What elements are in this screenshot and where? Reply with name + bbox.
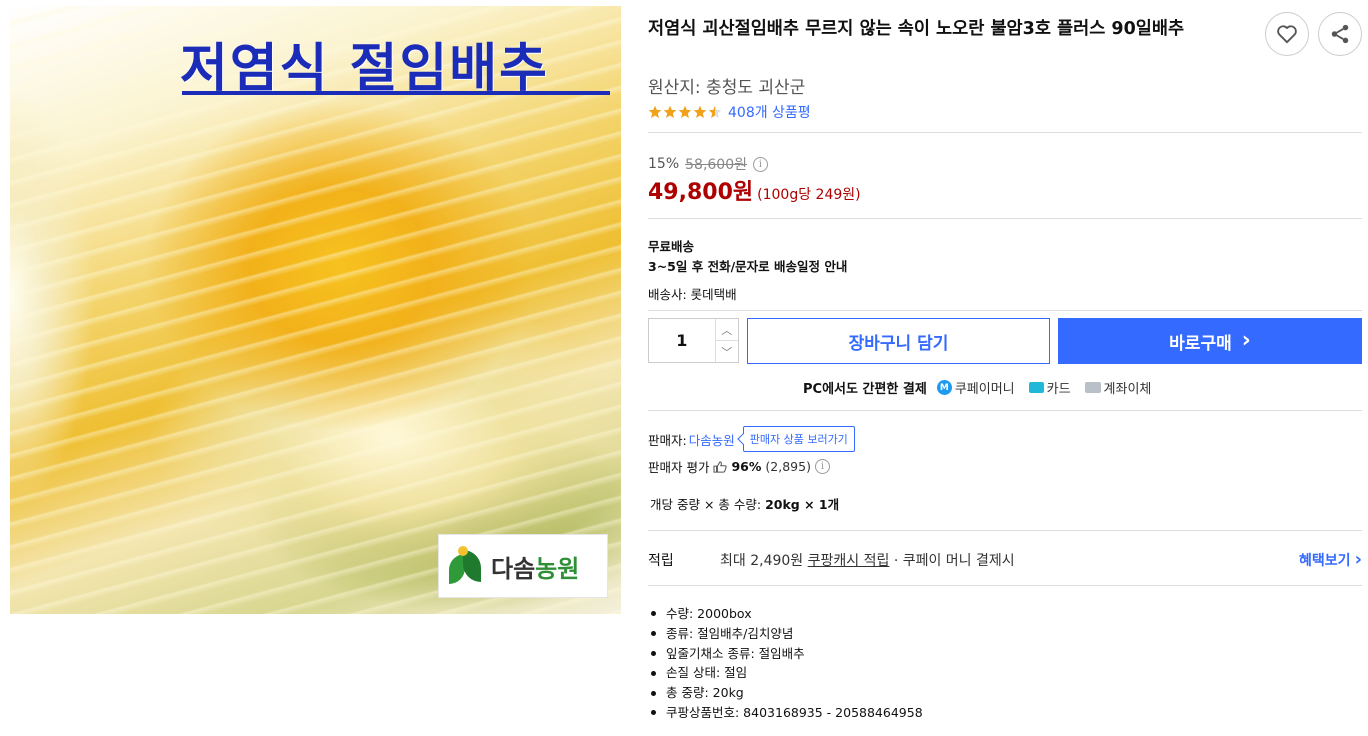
shipping-note: 3~5일 후 전화/문자로 배송일정 안내 [648, 259, 848, 274]
benefit-view-link[interactable]: 혜택보기 › [1299, 550, 1362, 570]
seller-rating-row: 판매자 평가 96% (2,895) i [648, 457, 830, 476]
divider [648, 530, 1362, 531]
quantity-input[interactable]: 1 [649, 319, 715, 362]
reward-text: 최대 2,490원 쿠팡캐시 적립 · 쿠페이 머니 결제시 [720, 550, 1015, 570]
chevron-up-icon[interactable]: ︿ [715, 319, 738, 341]
list-item: 총 중량: 20kg [648, 683, 923, 703]
card-payment: 카드 [1028, 378, 1071, 397]
divider [648, 218, 1362, 219]
bank-label: 계좌이체 [1103, 382, 1152, 397]
thumbs-up-icon [713, 460, 728, 473]
sale-price: 49,800원 [648, 180, 754, 205]
image-title-text: 저염식 절임배추 [180, 39, 549, 99]
chevron-right-icon: › [1354, 549, 1362, 570]
review-count-link[interactable]: 408개 상품평 [728, 102, 811, 122]
coupay-icon: M [936, 380, 952, 395]
star-icon [678, 105, 692, 118]
coupang-cash-link[interactable]: 쿠팡캐시 적립 [808, 553, 890, 569]
seller-rating-count: (2,895) [765, 459, 811, 474]
leaf-icon [449, 546, 483, 586]
star-icon [663, 105, 677, 118]
list-item: 수량: 2000box [648, 604, 923, 624]
rating-row[interactable]: 408개 상품평 [648, 102, 811, 122]
bank-icon [1084, 382, 1101, 393]
seller-label: 판매자: [648, 432, 687, 448]
payment-methods: PC에서도 간편한 결제 M 쿠페이머니 카드 계좌이체 [803, 378, 1159, 397]
star-icon [648, 105, 662, 118]
info-icon[interactable]: i [753, 156, 768, 172]
wishlist-button[interactable] [1265, 12, 1309, 56]
divider [648, 585, 1362, 586]
coupay-label: 쿠페이머니 [954, 382, 1015, 397]
courier-text: 배송사: 롯데택배 [648, 287, 737, 302]
buy-now-label: 바로구매 [1169, 333, 1232, 354]
share-button[interactable] [1318, 12, 1362, 56]
discount-rate: 15% [648, 156, 680, 172]
list-item: 손질 상태: 절임 [648, 663, 923, 683]
divider [648, 410, 1362, 411]
seller-name-link[interactable]: 다솜농원 [689, 430, 735, 449]
unit-price: (100g당 249원) [757, 187, 861, 203]
seller-rating-label: 판매자 평가 [648, 460, 710, 475]
list-item: 잎줄기채소 종류: 절임배추 [648, 644, 923, 664]
info-icon[interactable]: i [814, 459, 830, 474]
half-star-icon [708, 105, 722, 118]
origin-text: 원산지: 충청도 괴산군 [648, 78, 806, 98]
brand-name: 다솜농원 [491, 554, 580, 583]
product-image[interactable]: 저염식 절임배추 다솜농원 [10, 6, 621, 614]
seller-row: 판매자: 다솜농원 판매자 상품 보러가기 [648, 426, 855, 452]
weight-label: 개당 중량 × 총 수량: [650, 497, 762, 512]
chevron-right-icon: › [1241, 328, 1251, 353]
share-icon [1331, 24, 1349, 44]
bank-transfer: 계좌이체 [1084, 378, 1152, 397]
list-item: 종류: 절임배추/김치양념 [648, 624, 923, 644]
seller-products-button[interactable]: 판매자 상품 보러가기 [742, 426, 855, 452]
spec-list: 수량: 2000box 종류: 절임배추/김치양념 잎줄기채소 종류: 절임배추… [648, 604, 923, 723]
chevron-down-icon[interactable]: ﹀ [716, 341, 738, 362]
discount-row: 15% 58,600원 i [648, 154, 768, 174]
quantity-arrows: ︿ ﹀ [714, 319, 738, 362]
reward-suffix: · 쿠페이 머니 결제시 [893, 553, 1015, 569]
quantity-stepper[interactable]: 1 ︿ ﹀ [648, 318, 739, 363]
star-rating [648, 105, 722, 119]
divider [648, 132, 1362, 133]
divider [648, 310, 1362, 311]
weight-quantity: 개당 중량 × 총 수량: 20kg × 1개 [650, 494, 839, 513]
weight-value: 20kg × 1개 [765, 497, 840, 512]
star-icon [693, 105, 707, 118]
payment-lead: PC에서도 간편한 결제 [803, 382, 927, 397]
card-label: 카드 [1046, 382, 1071, 397]
heart-icon [1277, 25, 1297, 44]
reward-prefix: 최대 2,490원 [720, 553, 804, 569]
image-title-underline [182, 91, 610, 95]
free-shipping-label: 무료배송 [648, 239, 695, 254]
add-to-cart-button[interactable]: 장바구니 담기 [747, 318, 1050, 364]
product-title: 저염식 괴산절임배추 무르지 않는 속이 노오란 불암3호 플러스 90일배추 [648, 19, 1185, 39]
reward-label: 적립 [648, 553, 674, 569]
buy-now-button[interactable]: 바로구매 › [1058, 318, 1362, 364]
seller-rating-percent: 96% [731, 459, 762, 474]
benefit-label: 혜택보기 [1299, 553, 1351, 569]
list-item: 쿠팡상품번호: 8403168935 - 20588464958 [648, 703, 923, 723]
original-price: 58,600원 [685, 157, 747, 173]
card-icon [1028, 382, 1044, 393]
brand-logo: 다솜농원 [438, 534, 608, 598]
coupay-money: M 쿠페이머니 [936, 378, 1015, 397]
price-row: 49,800원 (100g당 249원) [648, 174, 861, 206]
